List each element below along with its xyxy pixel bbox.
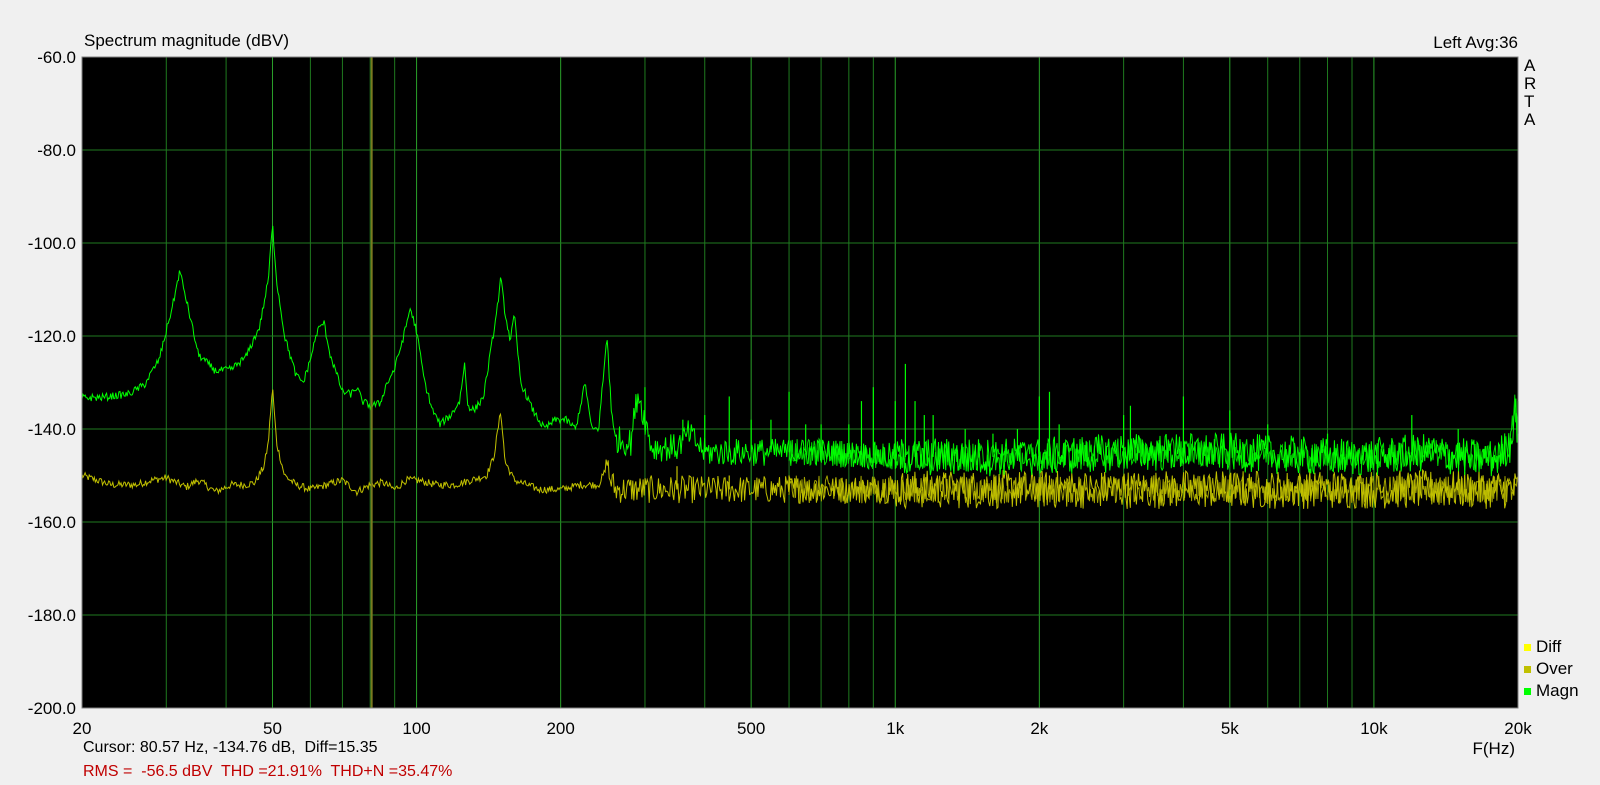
x-tick-label: 200 xyxy=(546,719,574,738)
legend-swatch xyxy=(1524,666,1531,673)
brand-letter: R xyxy=(1524,74,1536,93)
y-tick-label: -180.0 xyxy=(28,606,76,625)
x-tick-label: 1k xyxy=(886,719,904,738)
legend-label: Over xyxy=(1536,659,1573,678)
y-tick-label: -160.0 xyxy=(28,513,76,532)
legend: Diff Over Magn xyxy=(1524,637,1579,700)
y-axis-ticks: -60.0 -80.0 -100.0 -120.0 -140.0 -160.0 -180.0… xyxy=(28,48,76,718)
x-tick-label: 20k xyxy=(1504,719,1532,738)
plot-area[interactable] xyxy=(82,57,1518,708)
legend-label: Magn xyxy=(1536,681,1579,700)
legend-swatch xyxy=(1524,644,1531,651)
y-tick-label: -120.0 xyxy=(28,327,76,346)
x-axis-ticks: 20 50 100 200 500 1k 2k 5k 10k 20k xyxy=(73,719,1533,738)
x-tick-label: 10k xyxy=(1360,719,1388,738)
x-tick-label: 500 xyxy=(737,719,765,738)
y-tick-label: -200.0 xyxy=(28,699,76,718)
y-tick-label: -80.0 xyxy=(37,141,76,160)
legend-swatch xyxy=(1524,688,1531,695)
x-tick-label: 50 xyxy=(263,719,282,738)
x-axis-label: F(Hz) xyxy=(1473,739,1515,758)
rms-thd-readout: RMS = -56.5 dBV THD =21.91% THD+N =35.47… xyxy=(83,763,453,780)
x-tick-label: 20 xyxy=(73,719,92,738)
cursor-readout: Cursor: 80.57 Hz, -134.76 dB, Diff=15.35 xyxy=(83,739,378,756)
y-tick-label: -140.0 xyxy=(28,420,76,439)
y-tick-label: -60.0 xyxy=(37,48,76,67)
x-tick-label: 5k xyxy=(1221,719,1239,738)
spectrum-chart: Spectrum magnitude (dBV) Left Avg:36 ART… xyxy=(28,31,1579,758)
x-tick-label: 100 xyxy=(402,719,430,738)
arta-brand: ARTA xyxy=(1524,56,1536,129)
y-tick-label: -100.0 xyxy=(28,234,76,253)
brand-letter: T xyxy=(1524,92,1534,111)
x-tick-label: 2k xyxy=(1030,719,1048,738)
brand-letter: A xyxy=(1524,110,1536,129)
legend-label: Diff xyxy=(1536,637,1561,656)
brand-letter: A xyxy=(1524,56,1536,75)
channel-avg-label: Left Avg:36 xyxy=(1433,33,1518,52)
chart-title: Spectrum magnitude (dBV) xyxy=(84,31,289,50)
